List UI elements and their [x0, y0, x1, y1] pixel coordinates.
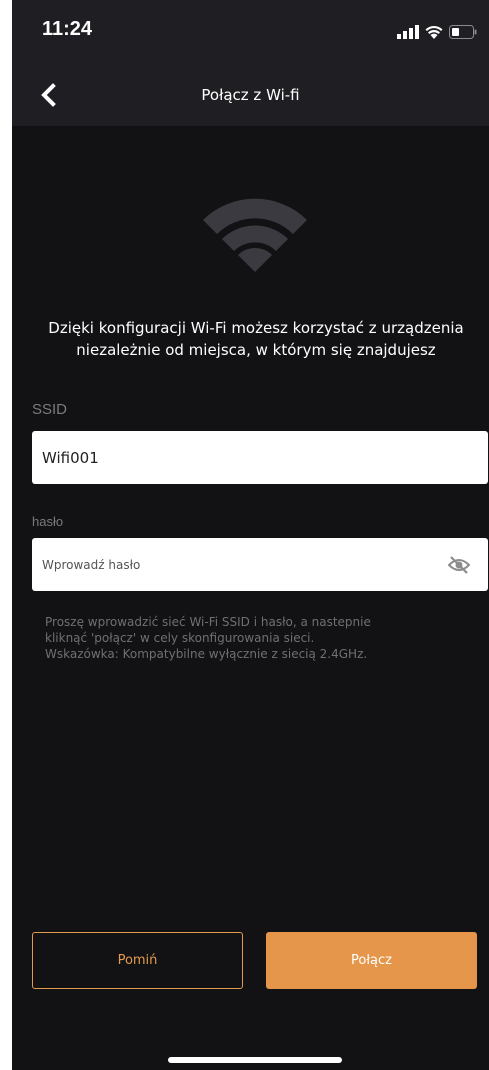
ssid-input[interactable] — [32, 431, 488, 484]
intro-text: Dzięki konfiguracji Wi-Fi możesz korzyst… — [26, 317, 486, 361]
signal-icon — [397, 25, 419, 39]
intro-line-2: niezależnie od miejsca, w którym się zna… — [76, 341, 436, 359]
page-title: Połącz z Wi-fi — [201, 86, 300, 104]
status-icons — [397, 24, 477, 40]
skip-button[interactable]: Pomiń — [32, 932, 243, 989]
skip-button-label: Pomiń — [117, 953, 158, 968]
password-input[interactable] — [32, 538, 488, 591]
wifi-status-icon — [425, 25, 443, 39]
status-bar: 11:24 — [12, 0, 489, 64]
hint-text: Proszę wprowadzić sieć Wi-Fi SSID i hasł… — [45, 614, 475, 662]
home-indicator[interactable] — [168, 1057, 342, 1063]
status-time: 11:24 — [42, 18, 93, 40]
phone-screen: 11:24 Połącz z Wi-fi Dzięki konfiguracji… — [12, 0, 489, 1070]
connect-button-label: Połącz — [351, 953, 392, 968]
password-label: hasło — [32, 514, 64, 529]
connect-button[interactable]: Połącz — [266, 932, 477, 989]
ssid-label: SSID — [32, 401, 68, 418]
hint-line-2: kliknąć 'połącz' w cely skonfigurowania … — [45, 631, 315, 645]
hint-line-3: Wskazówka: Kompatybilne wyłącznie z siec… — [45, 647, 368, 661]
battery-icon — [449, 25, 477, 39]
intro-line-1: Dzięki konfiguracji Wi-Fi możesz korzyst… — [48, 319, 464, 337]
hint-line-1: Proszę wprowadzić sieć Wi-Fi SSID i hasł… — [45, 615, 371, 629]
header-bar: Połącz z Wi-fi — [12, 64, 489, 126]
eye-off-icon[interactable] — [448, 556, 470, 574]
wifi-icon — [203, 198, 307, 272]
